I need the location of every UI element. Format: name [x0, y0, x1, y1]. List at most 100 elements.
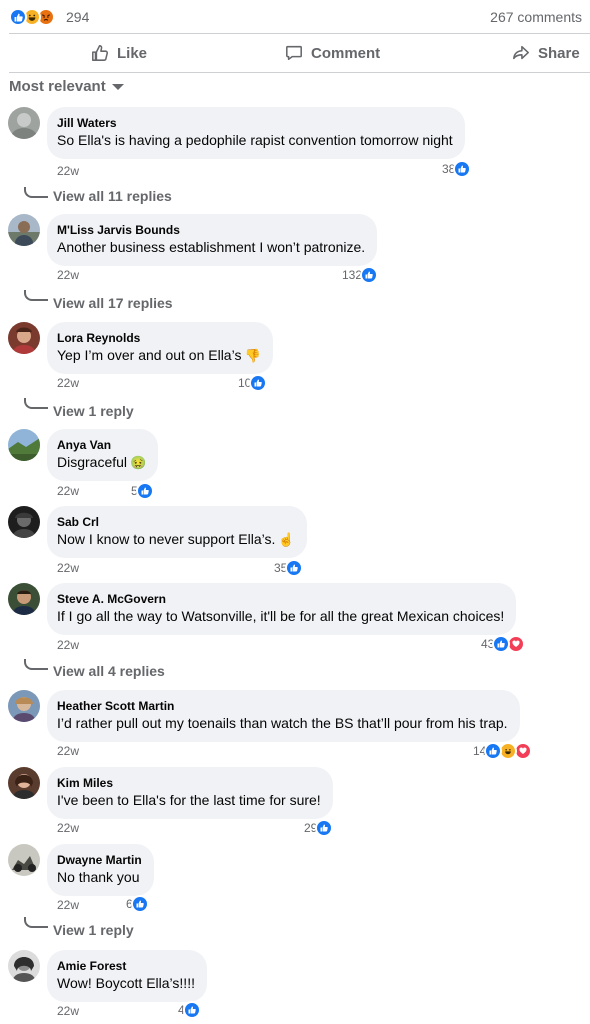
nauseated-face-emoji-icon: 🤢 [130, 455, 147, 470]
comment-author[interactable]: M'Liss Jarvis Bounds [57, 222, 365, 238]
reply-connector [24, 659, 48, 670]
comment-time[interactable]: 22w [57, 376, 79, 390]
like-icon [9, 8, 27, 26]
pointing-up-emoji-icon: ☝ [278, 532, 295, 547]
avatar[interactable] [8, 429, 40, 461]
comment-text: Disgraceful 🤢 [57, 453, 146, 472]
comment-time[interactable]: 22w [57, 561, 79, 575]
view-replies-link[interactable]: View 1 reply [53, 922, 134, 938]
avatar[interactable] [8, 767, 40, 799]
reaction-summary-bar: 294 267 comments [0, 0, 590, 34]
comment-author[interactable]: Jill Waters [57, 115, 453, 131]
comment-bubble: Anya Van Disgraceful 🤢 [47, 429, 159, 481]
avatar[interactable] [8, 844, 40, 876]
comment-author[interactable]: Heather Scott Martin [57, 698, 508, 714]
like-icon [130, 895, 149, 913]
avatar[interactable] [8, 506, 40, 538]
comment-reactions[interactable]: 38 [442, 160, 472, 178]
comment-bubble: Sab Crl Now I know to never support Ella… [47, 506, 307, 558]
comment-time[interactable]: 22w [57, 638, 79, 652]
like-icon [249, 374, 268, 392]
comment-bubble: M'Liss Jarvis Bounds Another business es… [47, 214, 378, 266]
comment-author[interactable]: Lora Reynolds [57, 330, 261, 346]
avatar[interactable] [8, 107, 40, 139]
avatar[interactable] [8, 690, 40, 722]
comment-bubble: Jill Waters So Ella's is having a pedoph… [47, 107, 465, 159]
reply-connector [24, 187, 48, 198]
comment-author[interactable]: Amie Forest [57, 958, 195, 974]
thumbs-up-icon [91, 44, 109, 62]
comment-bubble: Steve A. McGovern If I go all the way to… [47, 583, 517, 635]
comment-reactions[interactable]: 4 [178, 1001, 201, 1019]
comment-bubble: Amie Forest Wow! Boycott Ella’s!!!! [47, 950, 207, 1002]
love-icon [514, 742, 533, 760]
share-button[interactable]: Share [512, 44, 580, 62]
comment-icon [285, 44, 303, 62]
like-button-label: Like [117, 44, 148, 62]
comment-text: Now I know to never support Ella’s. ☝ [57, 530, 295, 549]
comment-text: So Ella's is having a pedophile rapist c… [57, 132, 453, 148]
reply-connector [24, 290, 48, 301]
view-replies-link[interactable]: View all 4 replies [53, 663, 165, 679]
comment-author[interactable]: Kim Miles [57, 775, 321, 791]
comment-button-label: Comment [311, 44, 381, 62]
like-icon [135, 482, 154, 500]
comment-text-body: Now I know to never support Ella’s. [57, 531, 276, 547]
like-icon [285, 559, 304, 577]
comment-reactions[interactable]: 43 [481, 635, 526, 653]
comment-time[interactable]: 22w [57, 821, 79, 835]
comment-time[interactable]: 22w [57, 898, 79, 912]
comment-reactions[interactable]: 6 [126, 895, 149, 913]
like-button[interactable]: Like [91, 44, 147, 62]
comment-text: No thank you [57, 869, 140, 885]
view-replies-link[interactable]: View all 11 replies [53, 188, 172, 204]
comment-author[interactable]: Anya Van [57, 437, 146, 453]
comment-reactions[interactable]: 29 [304, 819, 334, 837]
comment-reactions[interactable]: 5 [131, 482, 154, 500]
comment-count[interactable]: 267 comments [490, 9, 582, 25]
comment-time[interactable]: 22w [57, 744, 79, 758]
comment-text-body: Yep I’m over and out on Ella’s [57, 347, 242, 363]
like-icon [182, 1001, 201, 1019]
comment-reactions[interactable]: 35 [274, 559, 304, 577]
comment-text: I’d rather pull out my toenails than wat… [57, 715, 508, 731]
comment-time[interactable]: 22w [57, 1004, 79, 1018]
reaction-icons[interactable] [9, 8, 55, 26]
like-icon [360, 266, 379, 284]
sort-label: Most relevant [9, 78, 106, 95]
comment-author[interactable]: Sab Crl [57, 514, 295, 530]
avatar[interactable] [8, 583, 40, 615]
comment-like-count: 132 [342, 268, 363, 282]
view-replies-link[interactable]: View 1 reply [53, 403, 134, 419]
comment-bubble: Dwayne Martin No thank you [47, 844, 154, 896]
comment-author[interactable]: Steve A. McGovern [57, 591, 504, 607]
reaction-count[interactable]: 294 [66, 9, 89, 25]
comment-author[interactable]: Dwayne Martin [57, 852, 142, 868]
comment-reactions[interactable]: 10 [238, 374, 268, 392]
comment-bubble: Lora Reynolds Yep I’m over and out on El… [47, 322, 273, 374]
comment-time[interactable]: 22w [57, 164, 79, 178]
comment-time[interactable]: 22w [57, 268, 79, 282]
share-arrow-icon [512, 44, 530, 62]
sort-dropdown[interactable]: Most relevant [9, 78, 124, 95]
comment-text: If I go all the way to Watsonville, it'l… [57, 608, 505, 624]
comment-text: I've been to Ella's for the last time fo… [57, 792, 321, 808]
comment-reactions[interactable]: 14 [473, 742, 533, 760]
comment-text: Yep I’m over and out on Ella’s 👎 [57, 346, 261, 365]
comment-text: Another business establishment I won’t p… [57, 239, 366, 255]
comment-text: Wow! Boycott Ella’s!!!! [57, 975, 195, 991]
like-icon [453, 160, 472, 178]
share-button-label: Share [538, 44, 580, 62]
comment-reactions[interactable]: 132 [342, 266, 379, 284]
reply-connector [24, 917, 48, 928]
avatar[interactable] [8, 950, 40, 982]
comment-time[interactable]: 22w [57, 484, 79, 498]
view-replies-link[interactable]: View all 17 replies [53, 295, 173, 311]
reply-connector [24, 398, 48, 409]
like-icon [315, 819, 334, 837]
like-icon [492, 635, 511, 653]
avatar[interactable] [8, 214, 40, 246]
love-icon [507, 635, 526, 653]
avatar[interactable] [8, 322, 40, 354]
comment-text-body: Disgraceful [57, 454, 128, 470]
